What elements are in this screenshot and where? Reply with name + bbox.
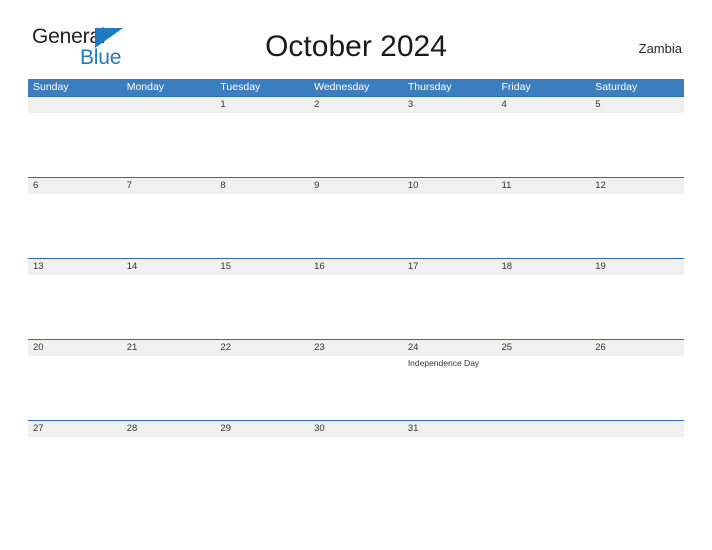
week-row: 20 21 22 23 24 25 26 Independence Day — [28, 339, 684, 420]
day-event-cell[interactable] — [309, 113, 403, 177]
day-event-cell[interactable] — [215, 437, 309, 501]
day-event-cell[interactable] — [28, 437, 122, 501]
weekday-header-sunday: Sunday — [33, 81, 69, 93]
day-number-cell[interactable]: 23 — [309, 340, 403, 356]
weekday-header-saturday: Saturday — [595, 81, 638, 93]
day-event-cell[interactable] — [403, 437, 497, 501]
day-event-cell[interactable] — [309, 356, 403, 420]
day-event-cell[interactable] — [215, 275, 309, 339]
day-number-cell[interactable]: 13 — [28, 259, 122, 275]
day-number-cell[interactable]: 22 — [215, 340, 309, 356]
country-label: Zambia — [638, 41, 682, 56]
day-event-cell[interactable] — [403, 194, 497, 258]
day-event-cell[interactable] — [590, 113, 684, 177]
weekday-header-monday: Monday — [126, 81, 165, 93]
day-event-cell[interactable] — [28, 275, 122, 339]
day-number-cell[interactable]: 27 — [28, 421, 122, 437]
day-event-cell[interactable] — [122, 275, 216, 339]
day-number-cell[interactable]: 7 — [122, 178, 216, 194]
week-row: 6 7 8 9 10 11 12 — [28, 177, 684, 258]
day-number-cell[interactable]: 11 — [497, 178, 591, 194]
day-number-cell[interactable] — [497, 421, 591, 437]
day-event-cell[interactable] — [122, 437, 216, 501]
day-number-cell[interactable]: 17 — [403, 259, 497, 275]
day-number-cell[interactable]: 5 — [590, 97, 684, 113]
day-number-cell[interactable]: 26 — [590, 340, 684, 356]
day-number-cell[interactable]: 29 — [215, 421, 309, 437]
day-number-cell[interactable]: 24 — [403, 340, 497, 356]
day-event-cell[interactable] — [215, 356, 309, 420]
day-number-cell[interactable]: 4 — [497, 97, 591, 113]
day-event-cell[interactable] — [497, 437, 591, 501]
weekday-header-wednesday: Wednesday — [314, 81, 370, 93]
day-event-cell[interactable] — [122, 113, 216, 177]
day-event-cell[interactable] — [497, 275, 591, 339]
day-event-cell[interactable] — [122, 194, 216, 258]
day-number-cell[interactable]: 10 — [403, 178, 497, 194]
day-number-cell[interactable] — [28, 97, 122, 113]
week-event-area — [28, 113, 684, 177]
day-number-cell[interactable]: 8 — [215, 178, 309, 194]
day-number-cell[interactable]: 21 — [122, 340, 216, 356]
weekday-header-friday: Friday — [501, 81, 531, 93]
event-label: Independence Day — [407, 358, 480, 368]
week-row: 13 14 15 16 17 18 19 — [28, 258, 684, 339]
day-number-cell[interactable]: 9 — [309, 178, 403, 194]
page-title: October 2024 — [265, 30, 447, 63]
day-number-cell[interactable]: 2 — [309, 97, 403, 113]
day-event-cell[interactable] — [122, 356, 216, 420]
weekday-header-row: Sunday Monday Tuesday Wednesday Thursday… — [28, 79, 684, 96]
week-event-area — [28, 437, 684, 501]
page-header: General Blue October 2024 Zambia — [28, 22, 684, 74]
week-date-band: 20 21 22 23 24 25 26 — [28, 340, 684, 356]
day-event-cell[interactable] — [590, 194, 684, 258]
day-number-cell[interactable] — [122, 97, 216, 113]
calendar-grid: Sunday Monday Tuesday Wednesday Thursday… — [28, 79, 684, 501]
day-event-cell[interactable] — [309, 275, 403, 339]
day-number-cell[interactable]: 31 — [403, 421, 497, 437]
day-number-cell[interactable] — [590, 421, 684, 437]
day-event-cell[interactable]: Independence Day — [403, 356, 497, 420]
day-number-cell[interactable]: 15 — [215, 259, 309, 275]
day-event-cell[interactable] — [28, 194, 122, 258]
day-event-cell[interactable] — [28, 113, 122, 177]
day-event-cell[interactable] — [309, 194, 403, 258]
day-number-cell[interactable]: 20 — [28, 340, 122, 356]
week-row: 1 2 3 4 5 — [28, 96, 684, 177]
day-event-cell[interactable] — [309, 437, 403, 501]
week-date-band: 13 14 15 16 17 18 19 — [28, 259, 684, 275]
day-event-cell[interactable] — [590, 275, 684, 339]
day-event-cell[interactable] — [497, 113, 591, 177]
day-event-cell[interactable] — [590, 356, 684, 420]
day-event-cell[interactable] — [215, 194, 309, 258]
day-event-cell[interactable] — [590, 437, 684, 501]
weekday-header-thursday: Thursday — [407, 81, 452, 93]
week-date-band: 1 2 3 4 5 — [28, 97, 684, 113]
day-number-cell[interactable]: 18 — [497, 259, 591, 275]
week-date-band: 6 7 8 9 10 11 12 — [28, 178, 684, 194]
day-event-cell[interactable] — [403, 113, 497, 177]
day-number-cell[interactable]: 28 — [122, 421, 216, 437]
day-number-cell[interactable]: 19 — [590, 259, 684, 275]
week-row: 27 28 29 30 31 — [28, 420, 684, 501]
day-event-cell[interactable] — [28, 356, 122, 420]
day-number-cell[interactable]: 1 — [215, 97, 309, 113]
day-number-cell[interactable]: 14 — [122, 259, 216, 275]
calendar-page: General Blue October 2024 Zambia Sunday … — [0, 0, 712, 550]
day-number-cell[interactable]: 6 — [28, 178, 122, 194]
weekday-header-tuesday: Tuesday — [220, 81, 261, 93]
day-number-cell[interactable]: 12 — [590, 178, 684, 194]
week-event-area — [28, 275, 684, 339]
day-number-cell[interactable]: 30 — [309, 421, 403, 437]
day-number-cell[interactable]: 25 — [497, 340, 591, 356]
day-event-cell[interactable] — [497, 356, 591, 420]
week-event-area: Independence Day — [28, 356, 684, 420]
day-event-cell[interactable] — [215, 113, 309, 177]
day-event-cell[interactable] — [497, 194, 591, 258]
day-number-cell[interactable]: 3 — [403, 97, 497, 113]
day-number-cell[interactable]: 16 — [309, 259, 403, 275]
week-event-area — [28, 194, 684, 258]
week-date-band: 27 28 29 30 31 — [28, 421, 684, 437]
day-event-cell[interactable] — [403, 275, 497, 339]
